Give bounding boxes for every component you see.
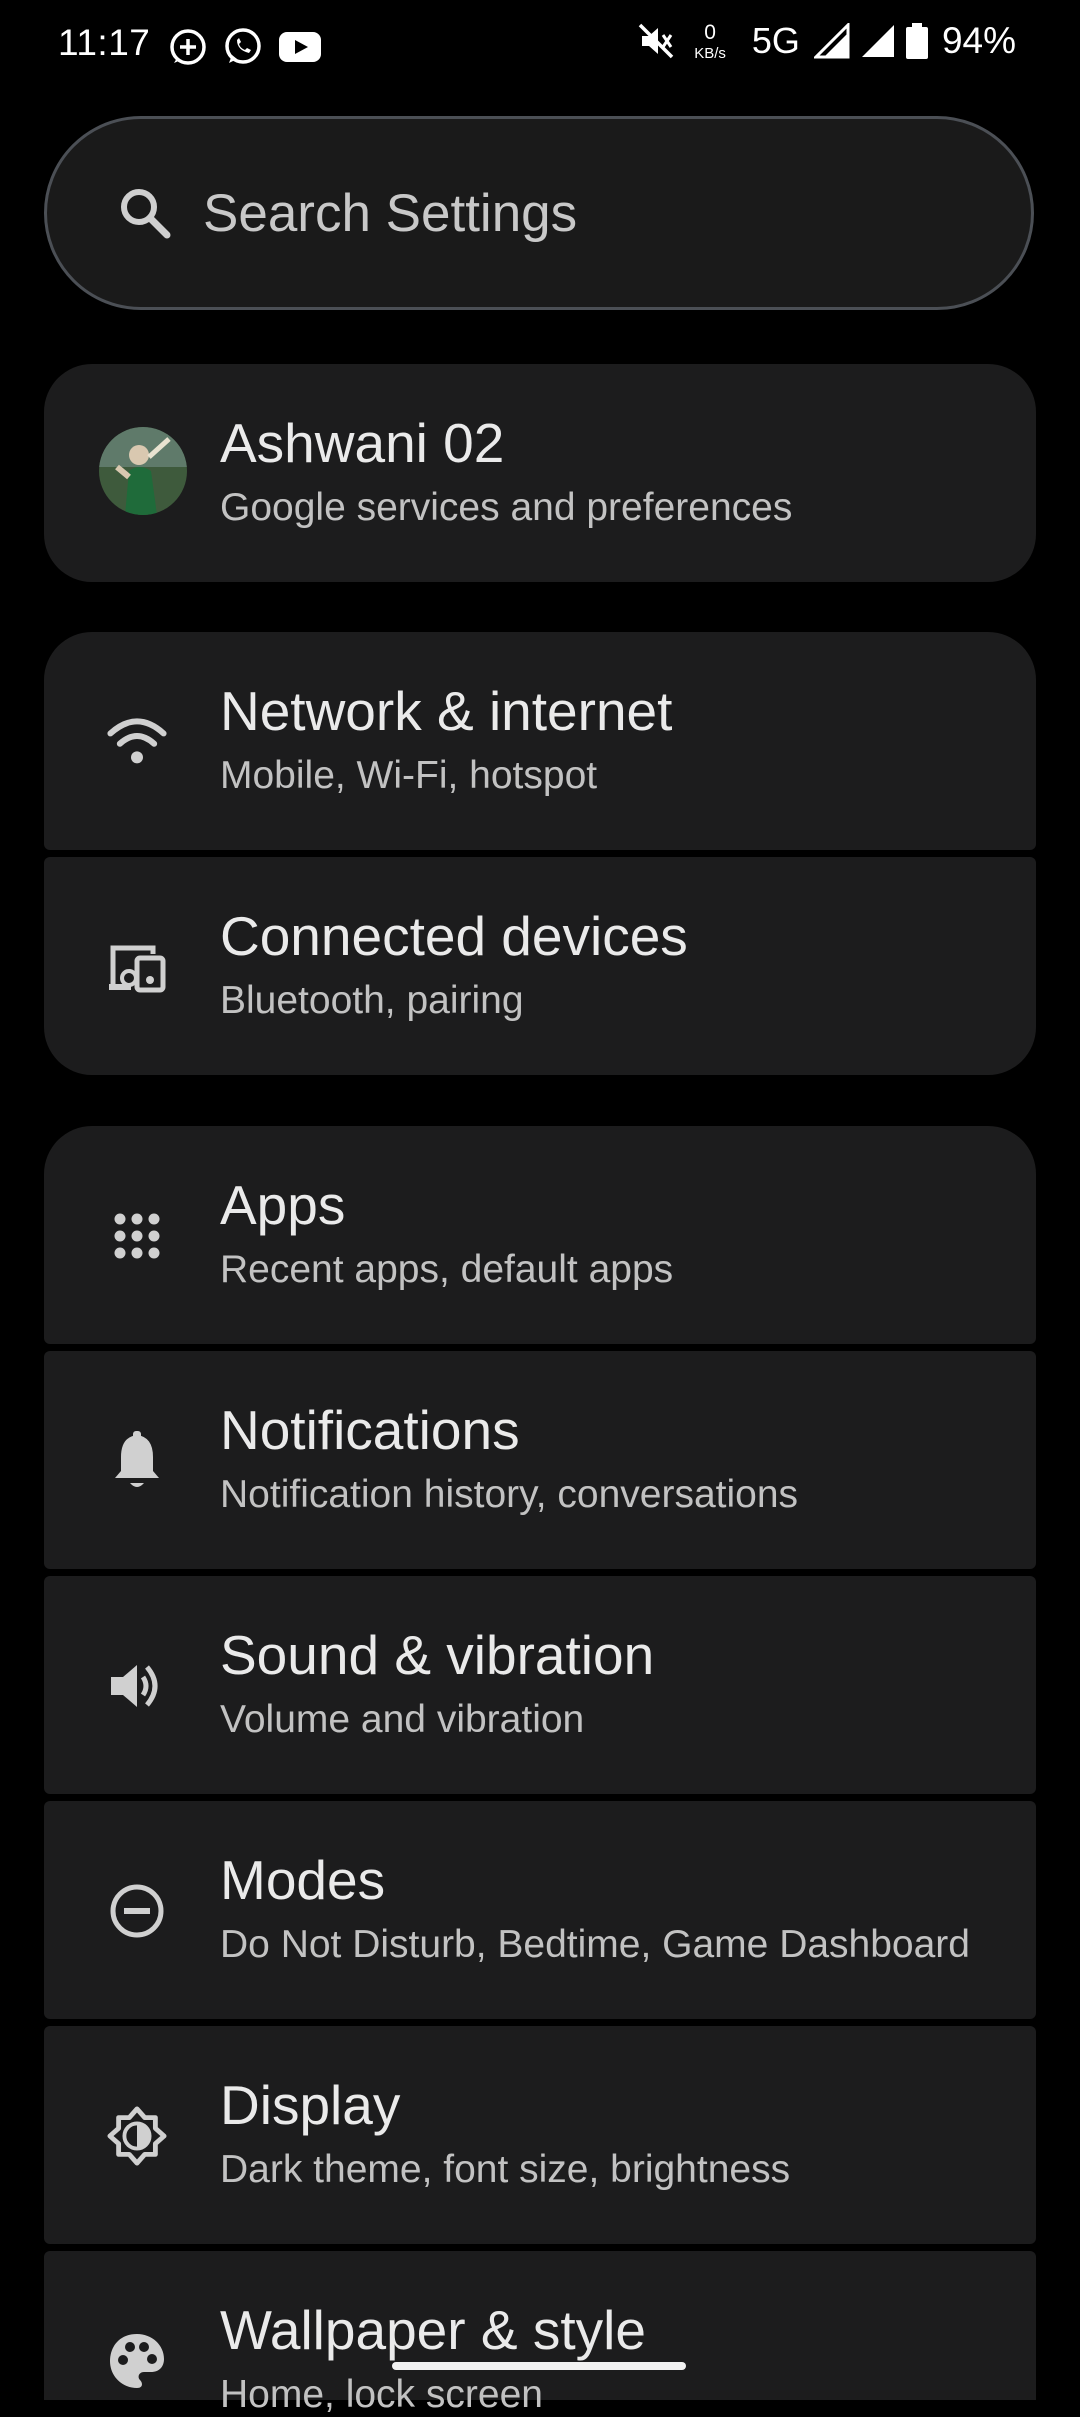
status-bar: 11:17 0 KB/s 5G 94% <box>0 0 1080 96</box>
wifi-icon <box>107 712 167 772</box>
settings-item-title: Notifications <box>220 1399 520 1461</box>
settings-item-title: Modes <box>220 1849 386 1911</box>
bell-icon <box>107 1431 167 1491</box>
network-type: 5G <box>751 20 800 61</box>
settings-item-display[interactable]: Display Dark theme, font size, brightnes… <box>44 2026 1036 2244</box>
settings-item-subtitle: Do Not Disturb, Bedtime, Game Dashboard <box>220 1923 970 1966</box>
settings-item-network[interactable]: Network & internet Mobile, Wi-Fi, hotspo… <box>44 632 1036 850</box>
status-time: 11:17 <box>58 22 151 63</box>
whatsapp-icon <box>225 28 261 64</box>
settings-item-subtitle: Mobile, Wi-Fi, hotspot <box>220 754 598 797</box>
settings-item-title: Wallpaper & style <box>220 2299 646 2361</box>
settings-item-modes[interactable]: Modes Do Not Disturb, Bedtime, Game Dash… <box>44 1801 1036 2019</box>
settings-item-sound[interactable]: Sound & vibration Volume and vibration <box>44 1576 1036 1794</box>
data-rate-unit: KB/s <box>694 44 726 62</box>
minus-circle-icon <box>107 1881 167 1941</box>
avatar <box>99 427 187 515</box>
signal-icon <box>813 23 850 59</box>
settings-item-subtitle: Notification history, conversations <box>220 1473 799 1516</box>
settings-item-subtitle: Volume and vibration <box>220 1698 585 1741</box>
apps-grid-icon <box>107 1206 167 1266</box>
brightness-icon <box>107 2106 167 2166</box>
notification-icons <box>168 26 322 68</box>
settings-item-title: Apps <box>220 1174 346 1236</box>
settings-item-subtitle: Bluetooth, pairing <box>220 979 524 1022</box>
speaker-icon <box>107 1656 167 1716</box>
account-name: Ashwani 02 <box>220 412 505 474</box>
account-card[interactable]: Ashwani 02 Google services and preferenc… <box>44 364 1036 582</box>
search-input[interactable]: Search Settings <box>44 116 1034 310</box>
data-rate-value: 0 <box>704 20 716 44</box>
battery-percent: 94% <box>941 20 1016 61</box>
mute-icon <box>638 23 674 59</box>
devices-icon <box>107 937 167 997</box>
search-icon <box>121 189 171 239</box>
signal-icon <box>861 25 894 57</box>
search-placeholder: Search Settings <box>203 183 578 243</box>
account-subtitle: Google services and preferences <box>220 486 793 529</box>
settings-item-title: Sound & vibration <box>220 1624 655 1686</box>
settings-item-connected-devices[interactable]: Connected devices Bluetooth, pairing <box>44 857 1036 1075</box>
gesture-handle[interactable] <box>392 2362 686 2370</box>
data-rate: 0 KB/s <box>694 22 726 61</box>
settings-item-apps[interactable]: Apps Recent apps, default apps <box>44 1126 1036 1344</box>
settings-item-subtitle: Dark theme, font size, brightness <box>220 2148 791 2191</box>
settings-item-subtitle: Recent apps, default apps <box>220 1248 674 1291</box>
settings-item-title: Network & internet <box>220 680 673 742</box>
palette-icon <box>107 2331 167 2391</box>
settings-item-subtitle: Home, lock screen <box>220 2373 543 2416</box>
youtube-icon <box>279 32 321 62</box>
add-circle-icon <box>170 29 206 65</box>
settings-item-notifications[interactable]: Notifications Notification history, conv… <box>44 1351 1036 1569</box>
battery-icon <box>905 23 928 59</box>
settings-item-title: Connected devices <box>220 905 688 967</box>
settings-item-title: Display <box>220 2074 401 2136</box>
settings-item-wallpaper[interactable]: Wallpaper & style Home, lock screen <box>44 2251 1036 2416</box>
